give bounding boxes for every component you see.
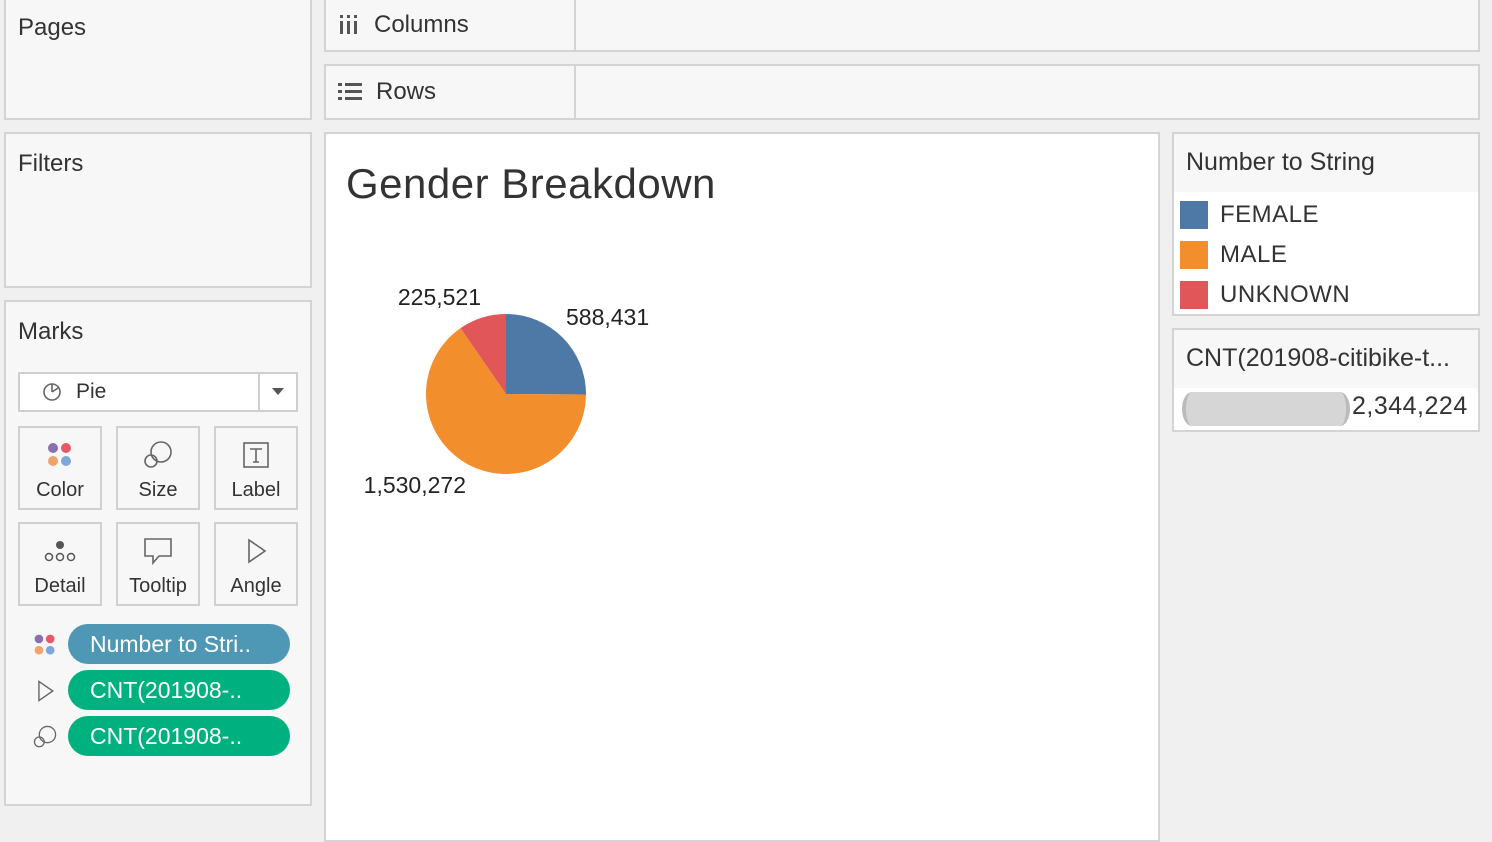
color-pill-row: Number to Stri.. xyxy=(18,624,298,664)
rows-label: Rows xyxy=(376,78,437,105)
tooltip-button[interactable]: Tooltip xyxy=(116,522,200,606)
columns-drop-area[interactable] xyxy=(576,0,1478,50)
rows-shelf-label: Rows xyxy=(326,66,576,118)
mark-type-caret[interactable] xyxy=(258,374,296,410)
columns-shelf: Columns xyxy=(324,0,1480,52)
legend-swatch xyxy=(1180,241,1208,269)
size-legend: CNT(201908-citibike-t... 2,344,224 xyxy=(1172,328,1480,432)
color-dots-icon xyxy=(34,634,55,655)
size-pill-row: CNT(201908-.. xyxy=(18,716,298,756)
tooltip-button-label: Tooltip xyxy=(129,575,187,597)
color-legend: Number to String FEMALE MALE UNKNOWN xyxy=(1172,132,1480,316)
text-label-icon xyxy=(243,442,269,468)
marks-card: Marks Pie Color Size Label Detail Toolti… xyxy=(4,300,312,806)
angle-icon xyxy=(248,538,267,564)
pages-card[interactable]: Pages xyxy=(4,0,312,120)
size-legend-title: CNT(201908-citibike-t... xyxy=(1186,344,1450,372)
filters-card[interactable]: Filters xyxy=(4,132,312,288)
angle-icon xyxy=(38,680,55,702)
pie-data-label-unknown: 225,521 xyxy=(398,284,481,310)
mark-type-dropdown[interactable]: Pie xyxy=(18,372,298,412)
size-button-label: Size xyxy=(138,479,178,501)
color-field-pill[interactable]: Number to Stri.. xyxy=(68,624,290,664)
rows-shelf: Rows xyxy=(324,64,1480,120)
color-legend-title: Number to String xyxy=(1186,148,1375,176)
pie-data-label-female: 588,431 xyxy=(566,304,649,330)
columns-icon xyxy=(340,15,357,34)
size-button[interactable]: Size xyxy=(116,426,200,510)
pie-data-label-male: 1,530,272 xyxy=(364,472,466,498)
detail-button-label: Detail xyxy=(34,575,86,597)
mark-type-label: Pie xyxy=(76,380,107,403)
pages-title: Pages xyxy=(18,14,87,41)
chevron-down-icon xyxy=(272,388,284,395)
pie-icon xyxy=(43,383,61,401)
rows-icon xyxy=(338,83,362,100)
legend-item-male[interactable]: MALE xyxy=(1180,240,1287,270)
detail-button[interactable]: Detail xyxy=(18,522,102,606)
legend-label: UNKNOWN xyxy=(1220,281,1351,308)
columns-shelf-label: Columns xyxy=(326,0,576,50)
label-button-label: Label xyxy=(231,479,281,501)
legend-label: FEMALE xyxy=(1220,201,1320,228)
angle-button[interactable]: Angle xyxy=(214,522,298,606)
size-legend-shape[interactable] xyxy=(1182,392,1350,426)
legend-label: MALE xyxy=(1220,241,1288,268)
filters-title: Filters xyxy=(18,150,84,177)
angle-field-pill[interactable]: CNT(201908-.. xyxy=(68,670,290,710)
viz-area: Gender Breakdown 588,431 1,530,272 225,521 xyxy=(324,132,1160,842)
rows-drop-area[interactable] xyxy=(576,66,1478,118)
color-button[interactable]: Color xyxy=(18,426,102,510)
legend-item-unknown[interactable]: UNKNOWN xyxy=(1180,280,1350,310)
pie-chart: 588,431 1,530,272 225,521 xyxy=(364,284,649,498)
size-icon xyxy=(33,725,57,748)
columns-label: Columns xyxy=(374,11,469,38)
legend-item-female[interactable]: FEMALE xyxy=(1180,200,1319,230)
angle-pill-row: CNT(201908-.. xyxy=(18,670,298,710)
tooltip-icon xyxy=(144,538,172,566)
size-icon xyxy=(144,441,172,468)
color-button-label: Color xyxy=(36,479,84,501)
detail-icon xyxy=(44,541,76,562)
legend-swatch xyxy=(1180,201,1208,229)
color-dots-icon xyxy=(48,443,71,466)
angle-button-label: Angle xyxy=(230,575,282,597)
size-legend-value: 2,344,224 xyxy=(1352,392,1468,420)
marks-title: Marks xyxy=(18,318,84,345)
label-button[interactable]: Label xyxy=(214,426,298,510)
size-field-pill[interactable]: CNT(201908-.. xyxy=(68,716,290,756)
legend-swatch xyxy=(1180,281,1208,309)
